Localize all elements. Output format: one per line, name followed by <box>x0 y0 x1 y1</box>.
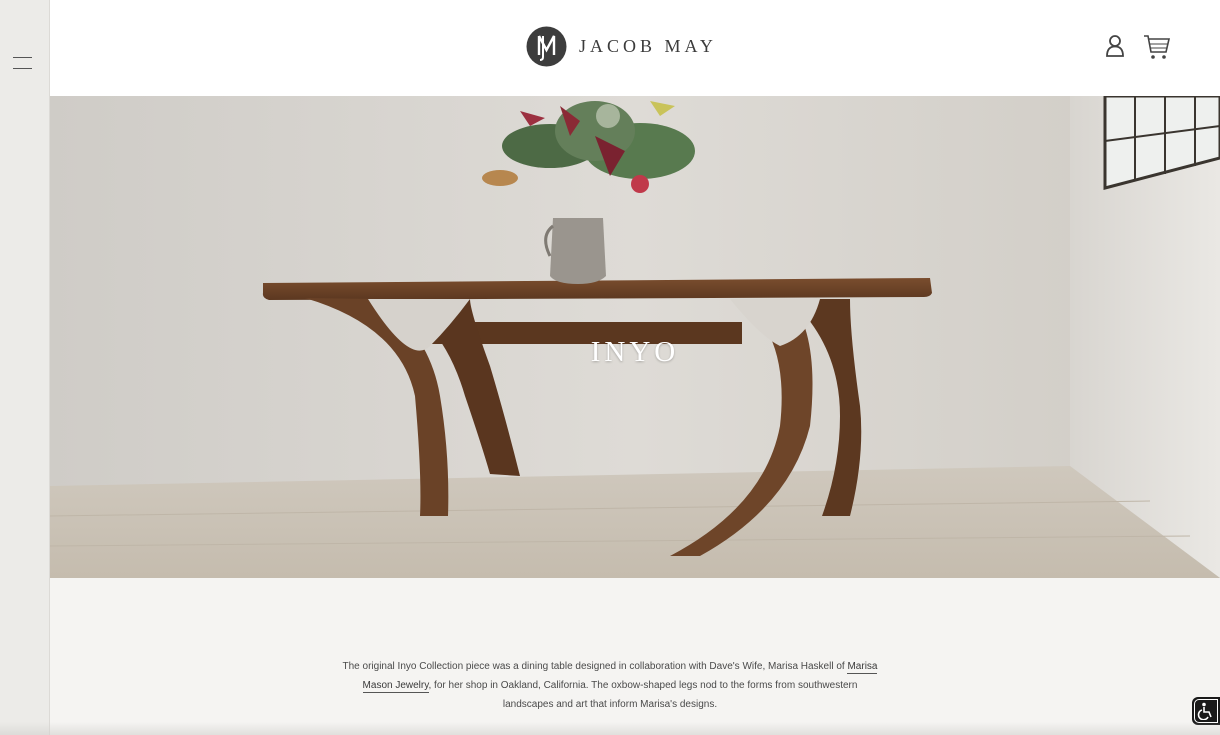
description-text-after: , for her shop in Oakland, California. T… <box>428 680 858 710</box>
brand-name: JACOB MAY <box>579 36 717 56</box>
hamburger-menu-icon[interactable] <box>13 56 34 70</box>
shopping-cart-icon[interactable] <box>1143 34 1170 60</box>
bottom-scroll-fade <box>0 722 1220 735</box>
description-text-before: The original Inyo Collection piece was a… <box>342 661 848 672</box>
brand-logo[interactable]: JACOB MAY <box>526 26 717 67</box>
user-account-icon[interactable] <box>1105 34 1125 58</box>
left-sidebar <box>0 0 50 735</box>
collection-description: The original Inyo Collection piece was a… <box>340 657 880 714</box>
hero-title: INYO <box>590 336 680 368</box>
jacob-may-logo-mark-icon <box>526 26 567 67</box>
accessibility-button[interactable] <box>1192 697 1220 725</box>
wheelchair-accessibility-icon <box>1197 702 1212 720</box>
hero-banner: INYO <box>50 96 1220 578</box>
site-header: JACOB MAY <box>50 0 1220 96</box>
